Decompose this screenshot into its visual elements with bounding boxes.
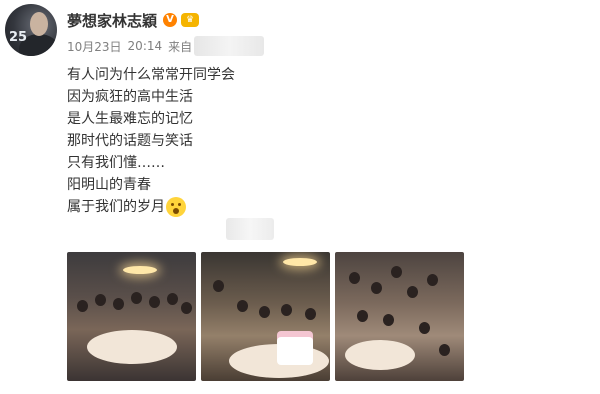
photo-3-person: [357, 310, 368, 322]
photo-1-person: [181, 302, 192, 314]
post-line-4: 那时代的话题与笑话: [67, 133, 193, 149]
photo-3-person: [407, 286, 418, 298]
post-line-7: 属于我们的岁月: [67, 199, 165, 215]
photo-3-person: [349, 272, 360, 284]
post-body: 有人问为什么常常开同学会 因为疯狂的高中生活 是人生最难忘的记忆 那时代的话题与…: [67, 64, 235, 218]
post-time[interactable]: 20:14: [128, 39, 163, 53]
post-meta: 10月23日 20:14 来自: [67, 36, 265, 56]
photo-3-person: [419, 322, 430, 334]
photo-2-person: [281, 304, 292, 316]
crown-member-icon[interactable]: ♛: [181, 13, 200, 27]
author-avatar[interactable]: 25: [5, 4, 57, 56]
photo-2-cake: [277, 337, 313, 365]
mention-blurred[interactable]: [226, 218, 274, 240]
post-date[interactable]: 10月23日: [67, 38, 122, 55]
photo-1-person: [149, 296, 160, 308]
photo-1-person: [131, 292, 142, 304]
photo-3-person: [383, 314, 394, 326]
post-line-3: 是人生最难忘的记忆: [67, 111, 193, 127]
photo-1-person: [95, 294, 106, 306]
photo-3-person: [391, 266, 402, 278]
photo-1-person: [113, 298, 124, 310]
photo-3-person: [427, 274, 438, 286]
author-name[interactable]: 夢想家林志穎: [67, 10, 157, 31]
avatar-badge: 25: [9, 30, 28, 45]
photo-1-person: [167, 293, 178, 305]
photo-1[interactable]: [67, 252, 196, 381]
author-row: 夢想家林志穎 V ♛: [67, 9, 200, 31]
post-line-6: 阳明山的青春: [67, 177, 151, 193]
post-line-1: 有人问为什么常常开同学会: [67, 67, 235, 83]
photo-2-person: [305, 308, 316, 320]
post-source-blurred: [194, 36, 265, 56]
post-line-2: 因为疯狂的高中生活: [67, 89, 193, 105]
photo-1-person: [77, 300, 88, 312]
photo-2-person: [213, 280, 224, 292]
post-line-5: 只有我们懂……: [67, 155, 165, 171]
photo-2-person: [259, 306, 270, 318]
photo-3[interactable]: [335, 252, 464, 381]
photo-2-lamp: [283, 258, 317, 266]
photo-2-person: [237, 300, 248, 312]
photo-3-table: [345, 340, 415, 370]
crying-face-emoji-icon: [166, 197, 186, 217]
post-source-prefix: 来自: [168, 39, 193, 54]
post-line-7-row: 属于我们的岁月: [67, 196, 235, 218]
verified-v-icon[interactable]: V: [163, 13, 178, 27]
photo-3-person: [439, 344, 450, 356]
avatar-face: [30, 12, 48, 36]
photo-2[interactable]: [201, 252, 330, 381]
photo-1-table: [87, 330, 177, 364]
photo-1-lamp: [123, 266, 157, 274]
photo-3-person: [371, 282, 382, 294]
